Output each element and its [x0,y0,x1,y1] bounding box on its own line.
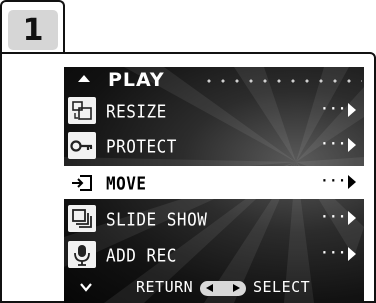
right-arrow-icon [233,284,240,292]
resize-icon [68,97,96,124]
menu-item-label: PROTECT [106,136,177,157]
move-icon [68,169,96,196]
menu-header: PLAY [64,67,364,95]
menu-item-add-rec[interactable]: ADD REC ··· [64,238,364,271]
menu-item-move[interactable]: MOVE ··· [64,166,364,199]
left-right-key-icon [200,281,246,296]
menu-item-label: ADD REC [106,245,177,266]
microphone-icon [68,241,96,268]
select-label: SELECT [253,278,311,296]
scroll-down-arrow-icon[interactable] [80,282,92,292]
step-tab: 1 [0,0,65,55]
submenu-arrow: ··· [321,246,356,261]
submenu-arrow: ··· [321,210,356,225]
submenu-arrow: ··· [321,102,356,117]
menu-item-label: RESIZE [106,101,167,122]
left-arrow-icon [206,284,213,292]
step-number: 1 [22,12,44,48]
key-icon [68,132,96,159]
chevron-right-icon [348,102,356,117]
menu-item-protect[interactable]: PROTECT ··· [64,129,364,162]
chevron-right-icon [348,174,356,189]
scroll-up-arrow-icon[interactable] [78,75,90,82]
chevron-right-icon [348,137,356,152]
step-number-badge: 1 [8,10,58,50]
slideshow-icon [68,205,96,232]
menu-item-label: SLIDE SHOW [106,209,208,230]
submenu-arrow: ··· [321,174,356,189]
chevron-right-icon [348,246,356,261]
camera-lcd-screen: PLAY RESIZE ··· PROTECT ··· MOVE ··· SLI… [64,67,364,303]
menu-item-label: MOVE [106,173,147,194]
header-dots-divider [202,79,362,83]
menu-item-slide-show[interactable]: SLIDE SHOW ··· [64,202,364,235]
menu-footer: RETURN SELECT [64,273,364,303]
return-label: RETURN [136,278,194,296]
menu-item-resize[interactable]: RESIZE ··· [64,94,364,127]
chevron-right-icon [348,210,356,225]
submenu-arrow: ··· [321,137,356,152]
menu-title: PLAY [108,69,165,91]
